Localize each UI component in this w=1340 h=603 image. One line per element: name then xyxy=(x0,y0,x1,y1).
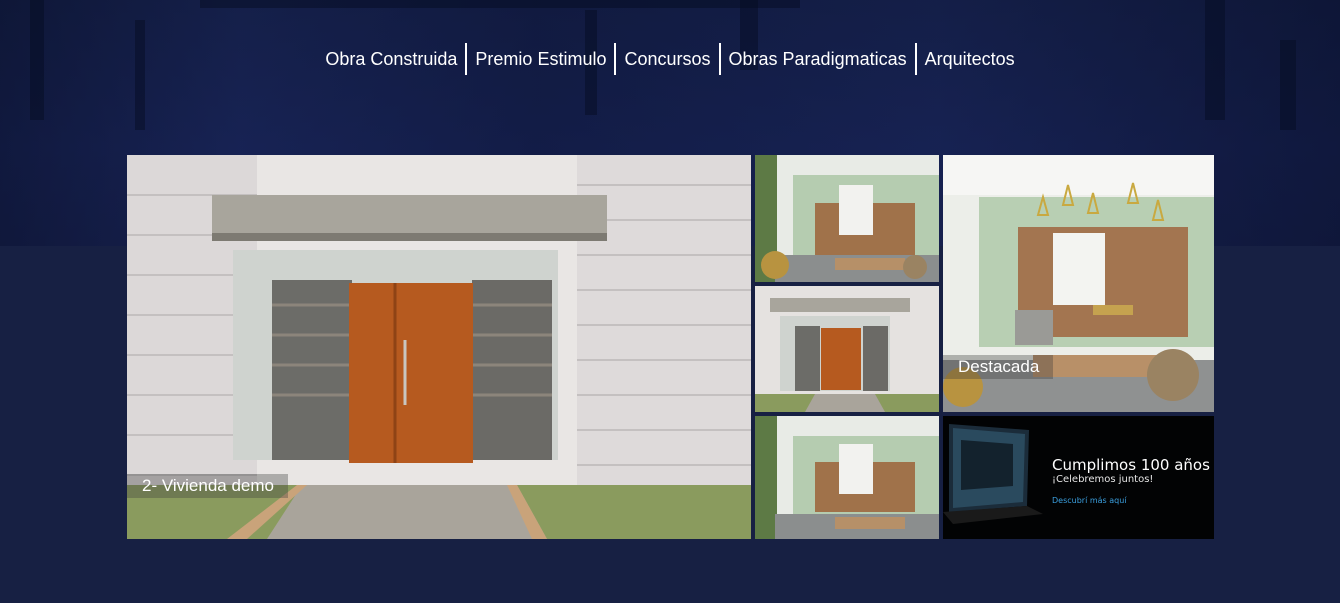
kitchen-photo xyxy=(755,416,939,539)
photo-gallery: 2- Vivienda demo Destacada Cumplimos 100… xyxy=(127,155,1214,539)
nav-premio-estimulo[interactable]: Premio Estimulo xyxy=(467,43,617,75)
gallery-main-tile[interactable]: 2- Vivienda demo xyxy=(127,155,751,539)
house-thumbnail-photo xyxy=(755,286,939,412)
nav-concursos[interactable]: Concursos xyxy=(616,43,721,75)
nav-obras-paradigmaticas[interactable]: Obras Paradigmaticas xyxy=(721,43,917,75)
main-nav: Obra Construida Premio Estimulo Concurso… xyxy=(0,42,1340,76)
featured-caption: Destacada xyxy=(943,355,1054,379)
nav-obra-construida[interactable]: Obra Construida xyxy=(317,43,468,75)
nav-arquitectos[interactable]: Arquitectos xyxy=(917,43,1023,75)
gallery-thumb-house[interactable] xyxy=(755,286,939,412)
promo-link[interactable]: Descubrí más aquí xyxy=(1052,496,1127,505)
gallery-thumb-kitchen-1[interactable] xyxy=(755,155,939,282)
gallery-featured-tile[interactable]: Destacada xyxy=(943,155,1214,412)
promo-title: Cumplimos 100 años xyxy=(1052,456,1210,474)
kitchen-photo xyxy=(755,155,939,282)
promo-banner[interactable]: Cumplimos 100 años ¡Celebremos juntos! D… xyxy=(943,416,1214,539)
gallery-main-caption: 2- Vivienda demo xyxy=(127,474,288,498)
promo-subtitle: ¡Celebremos juntos! xyxy=(1052,474,1154,485)
gallery-thumb-kitchen-2[interactable] xyxy=(755,416,939,539)
